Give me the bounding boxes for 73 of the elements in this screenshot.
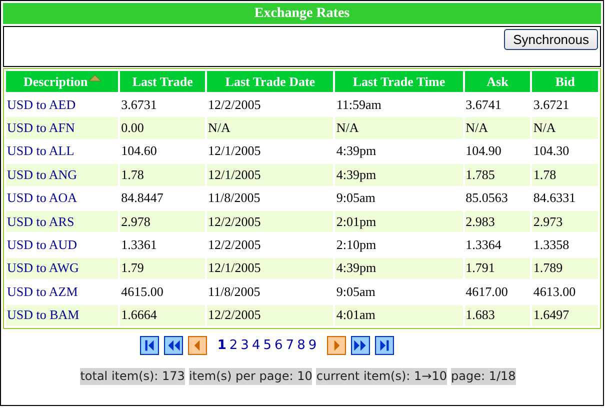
first-page-icon[interactable] [140, 336, 160, 356]
table-cell-text: 84.8447 [120, 189, 164, 208]
page-link[interactable]: 3 [240, 338, 250, 354]
table-cell-text: 4:39pm [335, 142, 378, 160]
table-cell-text: 85.0563 [464, 189, 509, 208]
table-cell: 2:01pm [335, 210, 463, 232]
currency-pair-link[interactable]: USD to AZM [7, 284, 78, 299]
table-cell-text: 1.3364 [464, 236, 502, 254]
table-cell-text: 11/8/2005 [207, 282, 262, 301]
table-cell: 1.78 [532, 164, 598, 186]
page-link[interactable]: 9 [307, 338, 318, 354]
table-cell: 1.6497 [532, 304, 598, 326]
table-cell: 1.791 [464, 258, 530, 280]
currency-pair-link[interactable]: USD to ALL [7, 143, 74, 158]
currency-pair-link[interactable]: USD to AUD [7, 237, 78, 252]
table-cell-text: 2:10pm [335, 236, 378, 254]
page-link[interactable]: 6 [274, 338, 284, 354]
table-cell: N/A [207, 117, 334, 139]
table-cell: 1.6664 [120, 304, 206, 326]
table-cell: 1.683 [464, 304, 530, 326]
window-title: Exchange Rates [3, 3, 601, 24]
table-cell: 12/1/2005 [207, 164, 334, 186]
status-text: total item(s): 173 [80, 368, 185, 385]
table-cell: 2.983 [464, 210, 530, 232]
table-cell-text: 104.30 [532, 142, 570, 160]
table-cell-text: 3.6731 [120, 96, 158, 114]
table-cell-text: 9:05am [335, 282, 376, 301]
table-cell: 1.79 [120, 258, 206, 280]
sort-up-icon [88, 74, 101, 82]
table-cell-text: 4613.00 [532, 282, 577, 301]
table-cell: N/A [464, 117, 530, 139]
table-cell-text: 104.90 [464, 142, 502, 160]
table-cell-text: 3.6741 [464, 96, 502, 114]
page-link[interactable]: 1 [216, 338, 228, 354]
status-text: page: 1/18 [451, 368, 516, 385]
synchronous-button[interactable]: Synchronous [504, 29, 598, 50]
table-cell-text: 12/1/2005 [207, 142, 262, 160]
table-cell-text: 12/2/2005 [207, 96, 262, 114]
currency-pair-link[interactable]: USD to AOA [7, 190, 78, 206]
table-cell-text: 84.6331 [532, 189, 577, 208]
table-cell: 1.785 [464, 164, 530, 186]
table-cell: N/A [335, 117, 463, 139]
table-cell-text: 1.3358 [532, 236, 570, 254]
status-text: item(s) per page: 10 [188, 368, 312, 385]
table-cell-text: 12/2/2005 [207, 236, 262, 254]
table-cell: 4:39pm [335, 164, 463, 186]
table-cell-text: 9:05am [335, 189, 376, 208]
table-cell-text: 11:59am [335, 96, 382, 114]
table-cell: 0.00 [120, 117, 206, 139]
table-cell: 2.973 [532, 210, 598, 232]
table-cell: 12/2/2005 [207, 304, 334, 326]
page-link[interactable]: 8 [296, 338, 306, 354]
table-cell: 2.978 [120, 210, 206, 232]
last-page-icon[interactable] [374, 336, 394, 356]
status-text: current item(s): 1→10 [316, 368, 447, 385]
page-link[interactable]: 7 [284, 338, 296, 354]
table-cell: 1.78 [120, 164, 206, 186]
table-cell: N/A [532, 117, 598, 139]
table-cell-text: 4617.00 [464, 282, 509, 301]
page-link[interactable]: 4 [250, 338, 262, 354]
table-cell-text: 1.3361 [120, 236, 158, 254]
page-link[interactable]: 5 [262, 338, 273, 354]
table-cell: 12/2/2005 [207, 210, 334, 232]
table-cell: 4:39pm [335, 258, 463, 280]
table-cell-text: 11/8/2005 [207, 189, 262, 208]
table-cell: 12/1/2005 [207, 258, 334, 280]
table-cell-text: 4615.00 [120, 282, 164, 301]
table-cell: 1.789 [532, 258, 598, 280]
table-cell-text: 104.60 [120, 142, 158, 160]
table-cell-text: 3.6721 [532, 96, 570, 114]
page-link[interactable]: 2 [228, 338, 239, 354]
currency-pair-link[interactable]: USD to AED [7, 96, 76, 112]
table-cell: 4:01am [335, 304, 463, 326]
